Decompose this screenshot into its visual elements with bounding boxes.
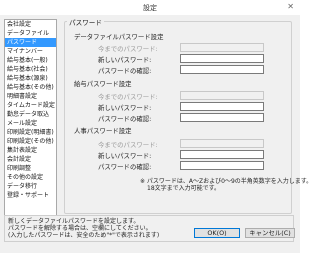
sidebar-item-salary-social[interactable]: 給与基本(社会) (5, 65, 56, 74)
sidebar-item-salary-withholding[interactable]: 給与基本(源泉) (5, 74, 56, 83)
password-panel: パスワード データファイルパスワード設定 今までのパスワード: 新しいパスワード… (60, 17, 312, 214)
settings-dialog: 会社設定 データファイル パスワード マイナンバー 給与基本(一般) 給与基本(… (0, 15, 312, 253)
sidebar-item-my-number[interactable]: マイナンバー (5, 47, 56, 56)
cancel-button[interactable]: キャンセル(C) (245, 228, 295, 238)
sidebar-item-salary-general[interactable]: 給与基本(一般) (5, 56, 56, 65)
sidebar-item-statement-settings[interactable]: 明細書設定 (5, 92, 56, 101)
sidebar-item-company-settings[interactable]: 会社設定 (5, 20, 56, 29)
sidebar-item-print-other[interactable]: 印刷設定(その他) (5, 137, 56, 146)
sidebar-item-timecard-settings[interactable]: タイムカード設定 (5, 101, 56, 110)
hr-confirm-password-field[interactable] (180, 161, 264, 170)
sidebar-item-salary-other[interactable]: 給与基本(その他) (5, 83, 56, 92)
section-title-salary-password: 給与パスワード設定 (74, 80, 132, 88)
label-current-password: 今までのパスワード: (98, 45, 158, 53)
salary-new-password-field[interactable] (180, 102, 264, 111)
data-file-new-password-field[interactable] (180, 54, 264, 63)
password-length-note: 18文字まで入力可能です。 (147, 185, 221, 192)
section-title-data-file-password: データファイルパスワード設定 (74, 33, 164, 41)
sidebar-item-data-migration[interactable]: データ移行 (5, 182, 56, 191)
label-new-password: 新しいパスワード: (98, 56, 152, 64)
sidebar-item-accounting-settings[interactable]: 会計設定 (5, 155, 56, 164)
ok-button[interactable]: OK(O) (194, 228, 240, 238)
close-icon[interactable]: ✕ (287, 2, 294, 11)
label-confirm-password: パスワードの確認: (98, 115, 152, 123)
sidebar-item-registration-support[interactable]: 登録・サポート (5, 191, 56, 200)
sidebar-item-mail-settings[interactable]: メール設定 (5, 119, 56, 128)
sidebar-item-print-statement[interactable]: 印刷設定(明細書) (5, 128, 56, 137)
sidebar-item-password[interactable]: パスワード (5, 38, 56, 47)
settings-category-list[interactable]: 会社設定 データファイル パスワード マイナンバー 給与基本(一般) 給与基本(… (4, 19, 57, 217)
sidebar-item-attendance-import[interactable]: 勤怠データ取込 (5, 110, 56, 119)
hr-new-password-field[interactable] (180, 150, 264, 159)
sidebar-item-data-file[interactable]: データファイル (5, 29, 56, 38)
label-current-password: 今までのパスワード: (98, 93, 158, 101)
sidebar-item-other-settings[interactable]: その他の設定 (5, 173, 56, 182)
sidebar-item-print-adjust[interactable]: 印刷調整 (5, 164, 56, 173)
sidebar-item-summary-settings[interactable]: 集計表設定 (5, 146, 56, 155)
data-file-current-password-field (180, 43, 264, 52)
password-rule-note: ※ パスワードは、A～Zおよび0～9の半角英数字を入力します。 (140, 178, 313, 185)
label-current-password: 今までのパスワード: (98, 141, 158, 149)
title-bar: 設定 ✕ (0, 0, 300, 16)
salary-confirm-password-field[interactable] (180, 113, 264, 122)
panel-title: パスワード (67, 17, 104, 27)
salary-current-password-field (180, 91, 264, 100)
label-new-password: 新しいパスワード: (98, 104, 152, 112)
label-new-password: 新しいパスワード: (98, 152, 152, 160)
section-title-hr-password: 人事パスワード設定 (74, 127, 132, 135)
label-confirm-password: パスワードの確認: (98, 67, 152, 75)
window-title: 設定 (143, 4, 157, 12)
description-line-1: 新しくデータファイルパスワードを設定します。 (8, 218, 140, 225)
data-file-confirm-password-field[interactable] (180, 65, 264, 74)
label-confirm-password: パスワードの確認: (98, 163, 152, 171)
hr-current-password-field (180, 139, 264, 148)
